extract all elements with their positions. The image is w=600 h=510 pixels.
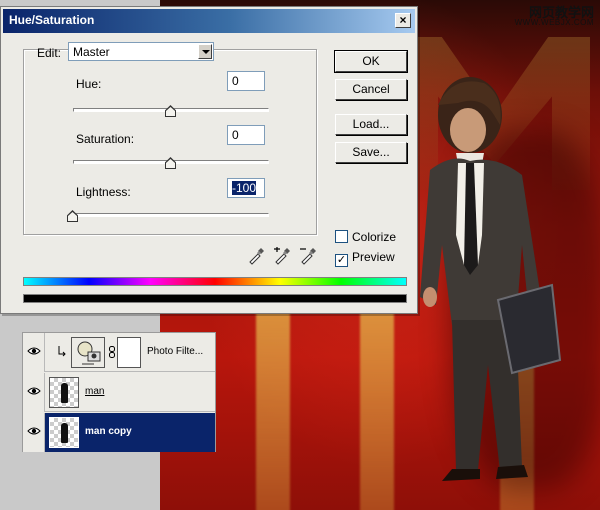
close-icon: ×	[399, 13, 407, 27]
watermark-url: WWW.WEBJX.COM	[514, 18, 594, 27]
lightness-value: -100	[232, 181, 257, 195]
clipping-arrow-icon	[58, 346, 66, 357]
edit-channel-value: Master	[73, 45, 110, 59]
hue-input[interactable]: 0	[227, 71, 265, 91]
ok-button[interactable]: OK	[334, 50, 408, 73]
layer-row-man[interactable]: man	[23, 373, 215, 412]
layer-row-man-copy[interactable]: man copy	[23, 413, 215, 452]
eyedropper-icon[interactable]	[247, 247, 265, 265]
layer-thumbnail	[49, 377, 79, 408]
load-button[interactable]: Load...	[335, 114, 407, 135]
site-watermark: 网页教学网 WWW.WEBJX.COM	[515, 6, 594, 27]
photo-filter-icon	[77, 341, 101, 365]
eye-icon	[27, 347, 41, 355]
saturation-input[interactable]: 0	[227, 125, 265, 145]
visibility-toggle[interactable]	[23, 413, 45, 452]
edit-label: Edit:	[37, 46, 62, 60]
saturation-value: 0	[232, 128, 239, 142]
man-in-suit-figure	[420, 77, 562, 481]
hue-label: Hue:	[76, 77, 102, 91]
input-color-spectrum	[23, 277, 407, 286]
layer-name: Photo Filte...	[147, 346, 204, 357]
eyedropper-add-icon[interactable]	[273, 247, 291, 265]
layer-name: man	[85, 386, 105, 397]
saturation-slider-thumb[interactable]	[165, 157, 176, 169]
visibility-toggle[interactable]	[23, 333, 45, 372]
layer-mask-thumbnail[interactable]	[117, 337, 141, 368]
adjustment-layer-thumbnail	[71, 337, 105, 368]
chevron-down-icon[interactable]	[198, 44, 212, 59]
layer-thumbnail	[49, 417, 79, 448]
preview-label: Preview	[352, 250, 395, 264]
background-stripe	[256, 300, 290, 510]
hue-slider-thumb[interactable]	[165, 105, 176, 117]
layer-row-photo-filter[interactable]: Photo Filte...	[23, 333, 215, 372]
dialog-titlebar[interactable]: Hue/Saturation ×	[3, 9, 415, 33]
layer-name: man copy	[85, 426, 132, 437]
background-stripe	[360, 300, 394, 510]
save-button[interactable]: Save...	[335, 142, 407, 163]
adjustment-group	[23, 49, 317, 235]
lightness-slider-thumb[interactable]	[67, 210, 78, 222]
close-button[interactable]: ×	[395, 13, 411, 28]
colorize-label: Colorize	[352, 230, 397, 244]
eyedropper-subtract-icon[interactable]	[299, 247, 317, 265]
link-chain-icon	[109, 346, 115, 358]
eye-icon	[27, 427, 41, 435]
lightness-slider-track[interactable]	[73, 213, 269, 217]
preview-checkbox[interactable]: ✓	[335, 254, 348, 267]
lightness-label: Lightness:	[76, 185, 131, 199]
hue-value: 0	[232, 74, 239, 88]
output-color-spectrum	[23, 294, 407, 303]
lightness-input[interactable]: -100	[227, 178, 265, 198]
saturation-label: Saturation:	[76, 132, 135, 146]
hue-saturation-dialog: Hue/Saturation × Edit: Master Hue: 0 Sat…	[0, 6, 418, 314]
edit-channel-select[interactable]: Master	[68, 42, 214, 61]
visibility-toggle[interactable]	[23, 373, 45, 412]
layers-panel: Photo Filte... man man copy	[22, 332, 216, 452]
checkmark-icon: ✓	[336, 254, 347, 266]
colorize-checkbox[interactable]	[335, 230, 348, 243]
eye-icon	[27, 387, 41, 395]
dialog-title: Hue/Saturation	[9, 13, 95, 27]
preview-option[interactable]: ✓ Preview	[335, 250, 395, 267]
colorize-option[interactable]: Colorize	[335, 230, 396, 244]
cancel-button[interactable]: Cancel	[335, 79, 407, 100]
